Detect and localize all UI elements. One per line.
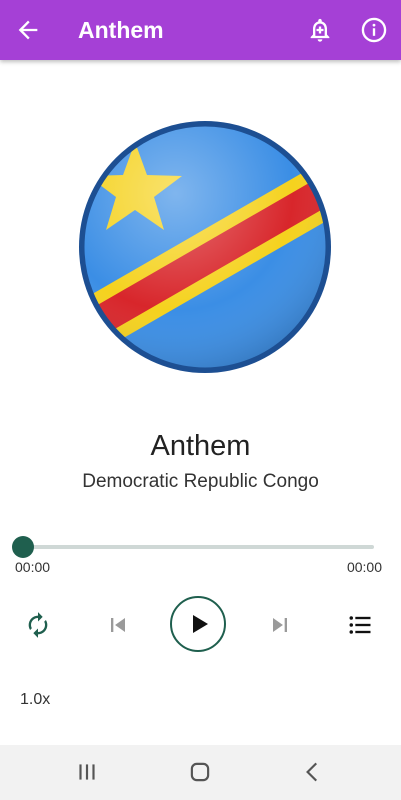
play-button[interactable] [170,596,226,652]
duration-time: 00:00 [346,559,382,575]
info-icon[interactable] [360,16,388,44]
playlist-icon[interactable] [346,611,374,639]
track-title: Anthem [150,430,251,462]
app-bar: Anthem [0,0,401,60]
recent-apps-icon[interactable] [74,759,100,785]
alarm-add-icon[interactable] [306,16,334,44]
arrow-back-icon[interactable] [14,16,42,44]
playback-speed[interactable]: 1.0x [20,690,50,710]
play-icon [193,615,208,633]
skip-previous-icon[interactable] [104,611,132,639]
system-nav-bar [0,745,401,800]
home-icon[interactable] [187,759,213,785]
track-subtitle: Democratic Republic Congo [82,471,319,492]
back-icon[interactable] [300,759,326,785]
drc-flag-badge-icon [79,121,331,373]
repeat-icon[interactable] [24,611,52,639]
seek-bar[interactable] [22,545,374,549]
page-title: Anthem [78,17,164,43]
skip-next-icon[interactable] [266,611,294,639]
elapsed-time: 00:00 [15,559,51,575]
seek-thumb[interactable] [12,536,34,558]
